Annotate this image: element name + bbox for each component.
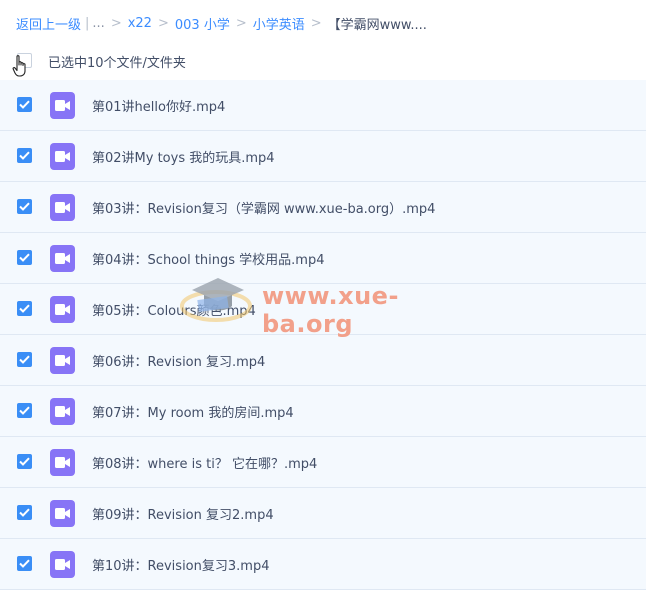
file-name[interactable]: 第07讲：My room 我的房间.mp4 <box>92 402 294 421</box>
file-row[interactable]: 第10讲：Revision复习3.mp4 <box>0 539 646 590</box>
selection-count-label: 已选中10个文件/文件夹 <box>48 56 186 71</box>
file-list: 第01讲hello你好.mp4 第02讲My toys 我的玩具.mp4 第03讲：… <box>0 80 646 590</box>
row-checkbox[interactable] <box>17 148 32 163</box>
video-file-icon <box>50 398 75 425</box>
breadcrumb-divider: | <box>85 15 90 31</box>
breadcrumb-separator: > <box>110 15 122 31</box>
breadcrumb-separator: > <box>235 15 247 31</box>
file-row[interactable]: 第05讲：Colours颜色.mp4 <box>0 284 646 335</box>
video-file-icon <box>50 194 75 221</box>
row-checkbox[interactable] <box>17 352 32 367</box>
video-file-icon <box>50 551 75 578</box>
video-file-icon <box>50 347 75 374</box>
breadcrumb-separator: > <box>310 15 322 31</box>
file-row[interactable]: 第07讲：My room 我的房间.mp4 <box>0 386 646 437</box>
row-checkbox[interactable] <box>17 505 32 520</box>
row-checkbox[interactable] <box>17 97 32 112</box>
file-row[interactable]: 第01讲hello你好.mp4 <box>0 80 646 131</box>
row-checkbox[interactable] <box>17 301 32 316</box>
breadcrumb-item-english[interactable]: 小学英语 <box>253 14 305 33</box>
video-file-icon <box>50 296 75 323</box>
video-file-icon <box>50 245 75 272</box>
video-file-icon <box>50 500 75 527</box>
video-file-icon <box>50 143 75 170</box>
file-row[interactable]: 第06讲：Revision 复习.mp4 <box>0 335 646 386</box>
file-name[interactable]: 第05讲：Colours颜色.mp4 <box>92 300 256 319</box>
file-row[interactable]: 第03讲：Revision复习（学霸网 www.xue-ba.org）.mp4 <box>0 182 646 233</box>
file-name[interactable]: 第08讲：where is ti？ 它在哪？.mp4 <box>92 453 317 472</box>
row-checkbox[interactable] <box>17 403 32 418</box>
selection-bar: 已选中10个文件/文件夹 <box>0 46 646 74</box>
breadcrumb-separator: > <box>157 15 169 31</box>
breadcrumb-item-x22[interactable]: x22 <box>128 16 152 31</box>
row-checkbox[interactable] <box>17 556 32 571</box>
file-name[interactable]: 第10讲：Revision复习3.mp4 <box>92 555 269 574</box>
file-row[interactable]: 第02讲My toys 我的玩具.mp4 <box>0 131 646 182</box>
file-row[interactable]: 第08讲：where is ti？ 它在哪？.mp4 <box>0 437 646 488</box>
breadcrumb: 返回上一级 | ... > x22 > 003 小学 > 小学英语 > 【学霸网… <box>16 13 427 33</box>
video-file-icon <box>50 449 75 476</box>
file-name[interactable]: 第04讲：School things 学校用品.mp4 <box>92 249 325 268</box>
file-name[interactable]: 第09讲：Revision 复习2.mp4 <box>92 504 274 523</box>
file-name[interactable]: 第06讲：Revision 复习.mp4 <box>92 351 265 370</box>
breadcrumb-current: 【学霸网www.... <box>327 17 427 33</box>
file-name[interactable]: 第03讲：Revision复习（学霸网 www.xue-ba.org）.mp4 <box>92 198 435 217</box>
row-checkbox[interactable] <box>17 454 32 469</box>
hand-cursor-icon <box>12 55 26 77</box>
row-checkbox[interactable] <box>17 250 32 265</box>
file-row[interactable]: 第04讲：School things 学校用品.mp4 <box>0 233 646 284</box>
back-link[interactable]: 返回上一级 <box>16 14 81 33</box>
file-name[interactable]: 第01讲hello你好.mp4 <box>92 96 225 115</box>
file-row[interactable]: 第09讲：Revision 复习2.mp4 <box>0 488 646 539</box>
row-checkbox[interactable] <box>17 199 32 214</box>
video-file-icon <box>50 92 75 119</box>
file-name[interactable]: 第02讲My toys 我的玩具.mp4 <box>92 147 275 166</box>
breadcrumb-ellipsis[interactable]: ... <box>92 16 104 31</box>
breadcrumb-item-003[interactable]: 003 小学 <box>175 14 230 33</box>
